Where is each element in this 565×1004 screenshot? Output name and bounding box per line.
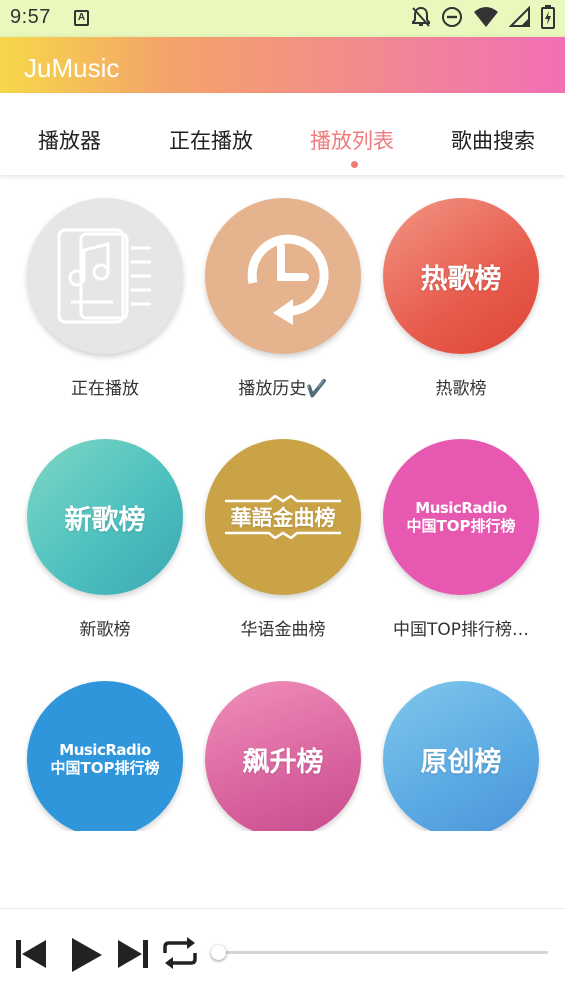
app-bar: JuMusic <box>0 37 565 93</box>
chinese-gold-cover: 華語金曲榜 <box>205 439 361 595</box>
wifi-icon <box>473 6 499 32</box>
playlist-document-icon <box>57 228 151 324</box>
seek-thumb[interactable] <box>211 945 226 960</box>
grid-item-label: 新歌榜 <box>79 620 131 640</box>
active-tab-indicator <box>351 161 358 168</box>
tab-player[interactable]: 播放器 <box>38 125 101 155</box>
grid-item-label: 华语金曲榜 <box>240 620 326 640</box>
skip-previous-icon[interactable] <box>14 937 48 975</box>
skip-next-icon[interactable] <box>116 937 150 975</box>
tab-now-playing[interactable]: 正在播放 <box>169 125 253 155</box>
cover-text: 中国TOP排行榜 <box>50 759 160 777</box>
notification-app-icon: A <box>74 10 89 26</box>
original-chart-cover: 原创榜 <box>383 681 539 831</box>
grid-item-label: 正在播放 <box>71 379 139 399</box>
grid-item-now-playing[interactable]: 正在播放 <box>25 198 185 399</box>
cover-brand: MusicRadio <box>59 741 151 759</box>
history-clock-icon <box>247 234 329 325</box>
status-bar: 9:57 A <box>0 0 565 37</box>
hot-chart-cover: 热歌榜 <box>383 198 539 354</box>
do-not-disturb-icon <box>441 6 463 32</box>
grid-item-new[interactable]: 新歌榜 新歌榜 <box>25 439 185 640</box>
cover-text: 原创榜 <box>420 746 502 778</box>
tab-song-search[interactable]: 歌曲搜索 <box>451 125 535 155</box>
cover-text: 中国TOP排行榜 <box>406 517 516 535</box>
battery-charging-icon <box>541 5 555 33</box>
now-playing-cover <box>27 198 183 354</box>
play-icon[interactable] <box>70 936 104 978</box>
tab-playlist[interactable]: 播放列表 <box>310 125 394 155</box>
grid-item-label: 中国TOP排行榜… <box>392 620 530 640</box>
history-cover <box>205 198 361 354</box>
signal-icon <box>508 5 531 32</box>
app-title: JuMusic <box>24 53 120 83</box>
cover-text: 飙升榜 <box>242 746 324 778</box>
new-chart-cover: 新歌榜 <box>27 439 183 595</box>
china-top-2-cover: MusicRadio 中国TOP排行榜 <box>27 681 183 831</box>
grid-item-hot[interactable]: 热歌榜 热歌榜 <box>381 198 541 399</box>
player-bar <box>0 908 565 1004</box>
status-icons <box>401 5 555 33</box>
cover-text: 華語金曲榜 <box>230 505 336 530</box>
grid-item-chinese-gold[interactable]: 華語金曲榜 华语金曲榜 <box>203 439 363 640</box>
grid-item-china-top[interactable]: MusicRadio 中国TOP排行榜 中国TOP排行榜… <box>381 439 541 640</box>
cover-text: 热歌榜 <box>420 263 502 295</box>
china-top-cover: MusicRadio 中国TOP排行榜 <box>383 439 539 595</box>
soaring-chart-cover: 飙升榜 <box>205 681 361 831</box>
grid-item-china-top-2[interactable]: MusicRadio 中国TOP排行榜 <box>25 681 185 831</box>
app-screen: 9:57 A JuMusic 播放器 正在播放 播放列表 歌曲搜索 正在播放 播… <box>0 0 565 1004</box>
cover-brand: MusicRadio <box>415 499 507 517</box>
cover-text: 新歌榜 <box>64 504 146 536</box>
tab-bar: 播放器 正在播放 播放列表 歌曲搜索 <box>0 93 565 175</box>
grid-item-label: 播放历史✔️ <box>238 379 328 399</box>
grid-item-history[interactable]: 播放历史✔️ <box>203 198 363 399</box>
notifications-off-icon <box>411 6 431 32</box>
seek-bar[interactable] <box>216 951 548 954</box>
repeat-icon[interactable] <box>161 935 199 975</box>
grid-item-soaring[interactable]: 飙升榜 <box>203 681 363 831</box>
grid-item-label: 热歌榜 <box>435 379 487 399</box>
grid-item-original[interactable]: 原创榜 <box>381 681 541 831</box>
status-time: 9:57 <box>10 6 51 28</box>
